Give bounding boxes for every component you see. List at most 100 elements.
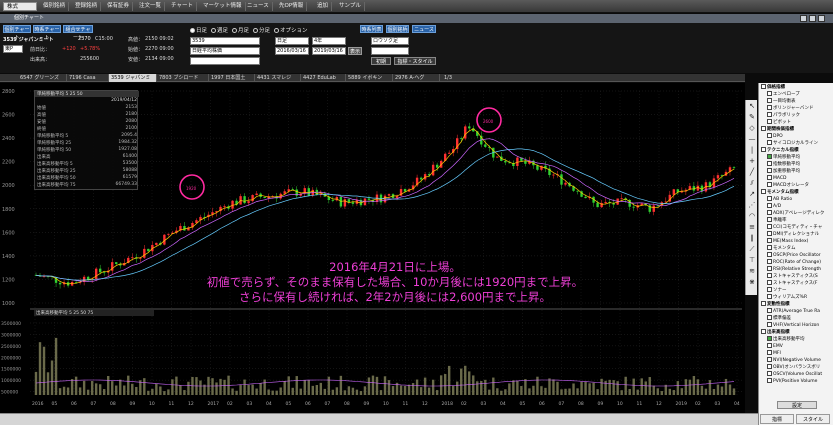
menu-individual[interactable]: 個別銘柄: [40, 2, 70, 11]
fib-icon[interactable]: ≡: [748, 223, 756, 231]
indicator-item[interactable]: 加重移動平均: [759, 168, 833, 175]
menu-sample[interactable]: サンプル: [336, 2, 365, 11]
indicator-item[interactable]: DPO: [759, 133, 833, 140]
indicator-item[interactable]: 指数移動平均: [759, 161, 833, 168]
menu-orders[interactable]: 注文一覧: [136, 2, 166, 11]
checkbox-icon[interactable]: [767, 231, 772, 236]
maximize-icon[interactable]: [809, 15, 816, 22]
extra-select[interactable]: [190, 57, 260, 65]
checkbox-icon[interactable]: [767, 280, 772, 285]
date-from-input[interactable]: 2016/03/16: [275, 47, 309, 55]
cross-icon[interactable]: +: [748, 157, 756, 165]
indicator-select[interactable]: [371, 47, 409, 55]
indicator-item[interactable]: 標準偏差: [759, 315, 833, 322]
checkbox-icon[interactable]: [767, 238, 772, 243]
indicator-item[interactable]: ADX(アベレージディレク: [759, 210, 833, 217]
indicator-item[interactable]: ピボット: [759, 119, 833, 126]
symbol-tab[interactable]: 7196 Casa: [67, 74, 109, 82]
checkbox-icon[interactable]: [767, 378, 772, 383]
pointer-icon[interactable]: ↖: [748, 102, 756, 110]
indicator-item[interactable]: AB Ratio: [759, 196, 833, 203]
radio-minute[interactable]: 分足: [253, 26, 270, 34]
checkbox-icon[interactable]: [761, 189, 766, 194]
menu-stock-dropdown[interactable]: 株式: [3, 2, 37, 11]
arc-icon[interactable]: ◠: [748, 212, 756, 220]
checkbox-icon[interactable]: [767, 105, 772, 110]
indicator-item[interactable]: MACD: [759, 175, 833, 182]
radio-daily[interactable]: 日足: [190, 26, 207, 34]
checkbox-icon[interactable]: [767, 322, 772, 327]
indicator-item[interactable]: サイコロジカルライン: [759, 140, 833, 147]
radio-monthly[interactable]: 月足: [232, 26, 249, 34]
symbol-tab-active[interactable]: 3539 ジャパンミ: [109, 74, 157, 82]
delete-icon[interactable]: ⋇: [748, 278, 756, 286]
checkbox-icon[interactable]: [767, 364, 772, 369]
symbol-tab[interactable]: 5889 イボキン: [346, 74, 393, 82]
checkbox-icon[interactable]: [767, 203, 772, 208]
indicator-item[interactable]: ボリンジャーバンド: [759, 105, 833, 112]
checkbox-icon[interactable]: [767, 336, 772, 341]
checkbox-icon[interactable]: [767, 343, 772, 348]
checkbox-icon[interactable]: [761, 301, 766, 306]
menu-news[interactable]: ニュース: [244, 2, 273, 11]
fan-icon[interactable]: ⋰: [748, 201, 756, 209]
minimize-icon[interactable]: [800, 15, 807, 22]
cycle-icon[interactable]: ∥: [748, 234, 756, 242]
indicator-item[interactable]: OBV(オンバランスボリ: [759, 364, 833, 371]
checkbox-icon[interactable]: [767, 98, 772, 103]
indicator-item[interactable]: OSCP(Price Oscillator: [759, 252, 833, 259]
indicator-item[interactable]: モメンタム: [759, 245, 833, 252]
checkbox-icon[interactable]: [767, 315, 772, 320]
checkbox-icon[interactable]: [761, 126, 766, 131]
indicator-item[interactable]: DMI(ディレクショナル: [759, 231, 833, 238]
checkbox-icon[interactable]: [767, 112, 772, 117]
indicator-item[interactable]: EMV: [759, 343, 833, 350]
menu-market[interactable]: マーケット情報: [200, 2, 246, 11]
indicator-category[interactable]: 出来高指標: [759, 329, 833, 336]
indicator-item[interactable]: パラボリック: [759, 112, 833, 119]
symbol-tab[interactable]: 4427 EduLab: [301, 74, 346, 82]
channel-icon[interactable]: ⫽: [748, 179, 756, 187]
indicator-item[interactable]: ストキャスティクス(S: [759, 273, 833, 280]
display-button[interactable]: 表示: [348, 47, 362, 55]
gann-icon[interactable]: ⟋: [748, 245, 756, 253]
code-input[interactable]: 3539: [190, 37, 260, 45]
range-icon[interactable]: ⊤: [748, 256, 756, 264]
indicator-item[interactable]: A/D: [759, 203, 833, 210]
checkbox-icon[interactable]: [767, 175, 772, 180]
checkbox-icon[interactable]: [767, 245, 772, 250]
indicator-item[interactable]: NVI(Negative Volume: [759, 357, 833, 364]
timeseries-chart-button[interactable]: 時系チャート: [33, 25, 61, 41]
checkbox-icon[interactable]: [767, 140, 772, 145]
indicator-item[interactable]: エンベロープ: [759, 91, 833, 98]
checkbox-icon[interactable]: [767, 252, 772, 257]
symbol-tab[interactable]: 6547 グリーンズ: [18, 74, 67, 82]
menu-registered[interactable]: 登録銘柄: [72, 2, 102, 11]
chart-style-select[interactable]: ロウソク足: [371, 37, 409, 45]
hline-icon[interactable]: —: [748, 135, 756, 143]
checkbox-icon[interactable]: [767, 350, 772, 355]
indicator-item[interactable]: ウィリアムズ%R: [759, 294, 833, 301]
checkbox-icon[interactable]: [767, 210, 772, 215]
span-select[interactable]: 4年: [312, 37, 346, 45]
checkbox-icon[interactable]: [767, 196, 772, 201]
settings-button[interactable]: 設定: [777, 401, 817, 409]
timeseries-table-button[interactable]: 時系列表: [360, 25, 383, 33]
checkbox-icon[interactable]: [761, 84, 766, 89]
indicator-category[interactable]: モメンタム指標: [759, 189, 833, 196]
checkbox-icon[interactable]: [767, 294, 772, 299]
indicator-item[interactable]: ME(Mass Index): [759, 238, 833, 245]
date-to-input[interactable]: 2019/03/16: [312, 47, 346, 55]
indicator-category[interactable]: テクニカル指標: [759, 147, 833, 154]
menu-futures[interactable]: 先OP情報: [276, 2, 308, 11]
combo-chart-button[interactable]: 組合せチャート: [63, 25, 93, 41]
trendline-icon[interactable]: ╱: [748, 168, 756, 176]
menu-add[interactable]: 追加: [314, 2, 333, 11]
symbol-tab[interactable]: 2976 A-ヘグ: [393, 74, 440, 82]
indicator-style-button[interactable]: 指標・スタイル: [394, 57, 436, 65]
checkbox-icon[interactable]: [767, 91, 772, 96]
env-index-select[interactable]: 日経平均株価: [190, 47, 260, 55]
vline-icon[interactable]: |: [748, 146, 756, 154]
indicator-category[interactable]: 期間株価指標: [759, 126, 833, 133]
checkbox-icon[interactable]: [767, 273, 772, 278]
